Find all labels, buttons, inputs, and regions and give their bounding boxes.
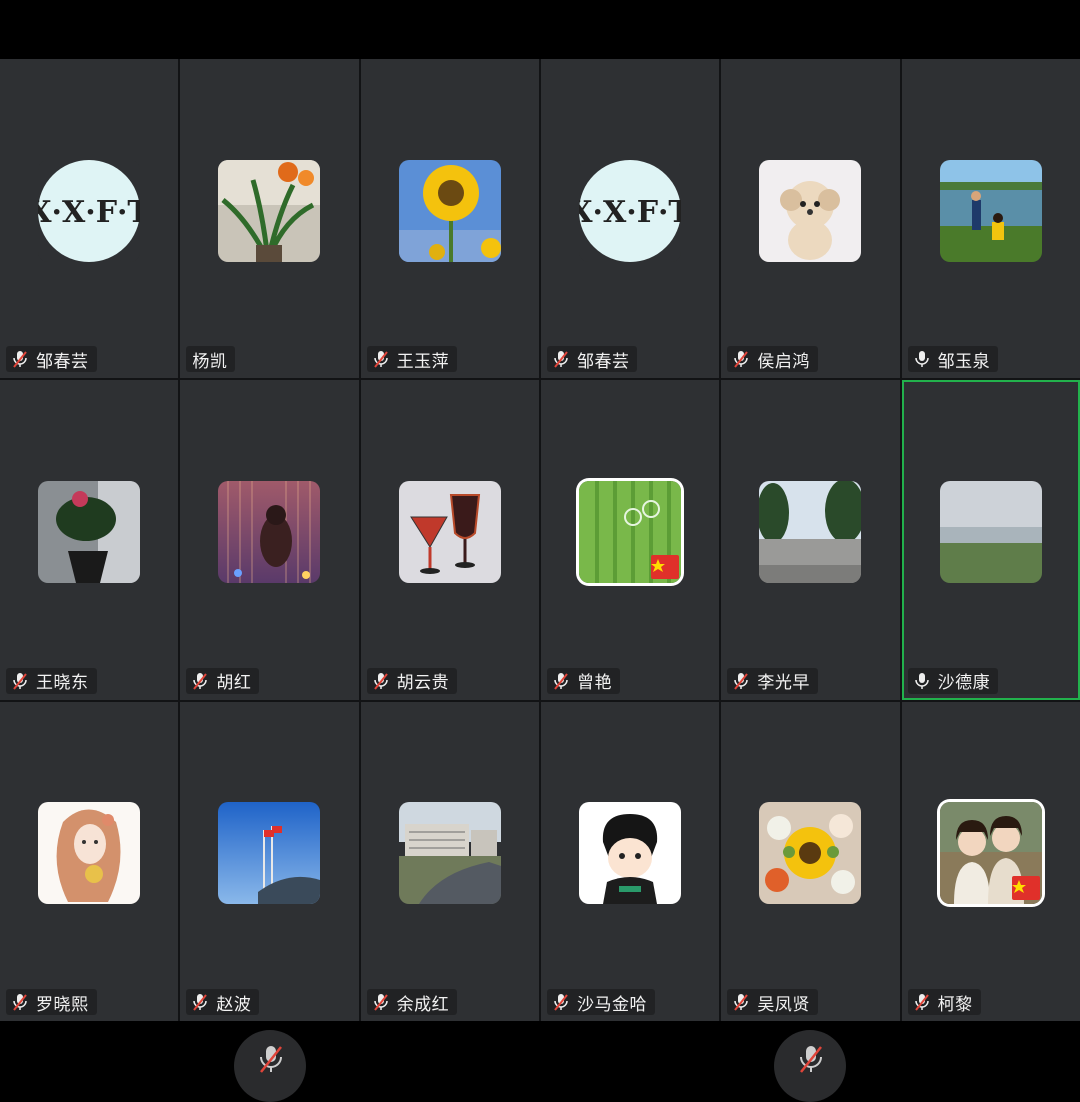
mic-on-icon xyxy=(914,672,929,689)
participant-tile[interactable]: 吴凤贤 xyxy=(721,701,900,1021)
participant-tile[interactable]: 邹玉泉 xyxy=(901,59,1080,379)
name-bar: 吴凤贤 xyxy=(727,989,818,1015)
avatar xyxy=(218,159,321,262)
participant-name: 赵波 xyxy=(216,994,252,1015)
name-bar: 胡红 xyxy=(186,667,260,694)
name-bar: 邹春芸 xyxy=(546,346,638,373)
mic-muted-icon xyxy=(734,351,749,368)
participant-name: 胡红 xyxy=(216,673,252,694)
participant-tile[interactable]: 李光早 xyxy=(721,380,900,700)
participant-tile[interactable]: 柯黎 xyxy=(901,701,1080,1021)
avatar xyxy=(398,159,501,262)
avatar xyxy=(579,802,682,905)
name-bar: 李光早 xyxy=(727,667,818,694)
participant-name: 沙马金哈 xyxy=(576,994,647,1015)
participant-name: 王晓东 xyxy=(36,673,89,694)
avatar xyxy=(398,802,501,905)
name-bar: 沙马金哈 xyxy=(546,989,655,1015)
name-bar: 王玉萍 xyxy=(366,346,458,373)
participant-name: 邹春芸 xyxy=(576,351,630,372)
avatar xyxy=(939,480,1042,583)
mic-muted-icon xyxy=(13,351,27,368)
name-bar: 赵波 xyxy=(186,989,260,1015)
participant-tile[interactable]: 余成红 xyxy=(360,701,539,1021)
participant-name: 吴凤贤 xyxy=(757,994,810,1015)
participant-name: 曾艳 xyxy=(576,673,612,694)
participant-name: 余成红 xyxy=(396,994,450,1015)
participant-tile[interactable]: 罗晓熙 xyxy=(0,701,179,1021)
avatar xyxy=(218,802,321,905)
avatar xyxy=(759,802,862,905)
mic-muted-icon xyxy=(554,994,568,1011)
mic-muted-icon xyxy=(800,1046,822,1073)
name-bar: 柯黎 xyxy=(907,989,981,1015)
mic-muted-icon xyxy=(193,994,208,1011)
mic-muted-icon xyxy=(373,994,388,1011)
name-bar: 曾艳 xyxy=(546,667,620,694)
avatar xyxy=(38,480,141,583)
avatar xyxy=(939,802,1042,905)
avatar xyxy=(579,480,682,583)
participant-name: 王玉萍 xyxy=(396,351,450,372)
mic-muted-icon xyxy=(193,672,208,690)
participant-tile[interactable]: 沙马金哈 xyxy=(540,701,720,1021)
mic-muted-icon xyxy=(554,351,568,368)
mic-muted-icon xyxy=(734,672,749,690)
avatar xyxy=(759,480,862,583)
participant-name: 李光早 xyxy=(757,673,810,694)
mic-muted-icon xyxy=(914,994,929,1011)
participant-tile[interactable]: 赵波 xyxy=(180,701,359,1021)
avatar xyxy=(759,159,862,262)
china-flag-icon xyxy=(651,554,680,579)
avatar xyxy=(218,480,321,583)
name-bar: 余成红 xyxy=(366,989,458,1015)
mute-toggle-button[interactable] xyxy=(234,1030,306,1102)
name-bar: 王晓东 xyxy=(6,667,97,694)
name-bar: 侯启鸿 xyxy=(727,346,818,373)
participant-name: 侯启鸿 xyxy=(757,351,810,372)
participant-name: 沙德康 xyxy=(937,673,991,694)
name-bar: 胡云贵 xyxy=(366,667,458,694)
mic-muted-icon xyxy=(373,351,388,368)
mic-muted-icon xyxy=(373,672,388,690)
name-bar: 邹春芸 xyxy=(6,346,97,373)
participant-tile[interactable]: 王玉萍 xyxy=(360,59,539,379)
participant-tile[interactable]: X·X·F·T 邹春芸 xyxy=(0,59,179,379)
avatar xyxy=(939,159,1042,262)
avatar xyxy=(398,480,501,583)
participant-tile[interactable]: 胡云贵 xyxy=(360,380,539,700)
china-flag-icon xyxy=(1011,876,1040,901)
mute-toggle-button[interactable] xyxy=(774,1030,846,1102)
mic-muted-icon xyxy=(13,994,27,1011)
participant-tile[interactable]: 王晓东 xyxy=(0,380,179,700)
avatar: X·X·F·T xyxy=(38,159,141,262)
participant-name: 邹玉泉 xyxy=(937,351,991,372)
name-bar: 罗晓熙 xyxy=(6,989,97,1015)
mic-muted-icon xyxy=(554,672,568,690)
name-bar: 沙德康 xyxy=(907,667,999,694)
svg-text:X·X·F·T: X·X·F·T xyxy=(38,195,140,230)
participant-name: 柯黎 xyxy=(937,994,973,1015)
participant-tile[interactable]: 胡红 xyxy=(180,380,359,700)
participant-name: 罗晓熙 xyxy=(36,994,89,1015)
participant-tile-active-speaker[interactable]: 沙德康 xyxy=(901,380,1080,700)
participant-tile[interactable]: 杨凯 xyxy=(180,59,359,379)
svg-text:X·X·F·T: X·X·F·T xyxy=(579,195,681,230)
participant-name: 胡云贵 xyxy=(396,673,450,694)
name-bar: 邹玉泉 xyxy=(907,346,999,373)
avatar: X·X·F·T xyxy=(579,159,682,262)
mic-on-icon xyxy=(914,351,929,368)
participant-name: 杨凯 xyxy=(192,351,228,372)
participant-tile[interactable]: 侯启鸿 xyxy=(721,59,900,379)
name-bar: 杨凯 xyxy=(186,346,236,373)
avatar xyxy=(38,802,141,905)
mic-muted-icon xyxy=(260,1046,282,1073)
participant-grid: X·X·F·T 邹春芸 杨凯 王玉萍 X·X·F·T 邹春芸 侯启鸿 邹玉泉 王… xyxy=(0,59,1080,1021)
mic-muted-icon xyxy=(13,672,27,690)
participant-tile[interactable]: 曾艳 xyxy=(540,380,720,700)
participant-tile[interactable]: X·X·F·T 邹春芸 xyxy=(540,59,720,379)
participant-name: 邹春芸 xyxy=(36,351,89,372)
mic-muted-icon xyxy=(734,994,749,1011)
